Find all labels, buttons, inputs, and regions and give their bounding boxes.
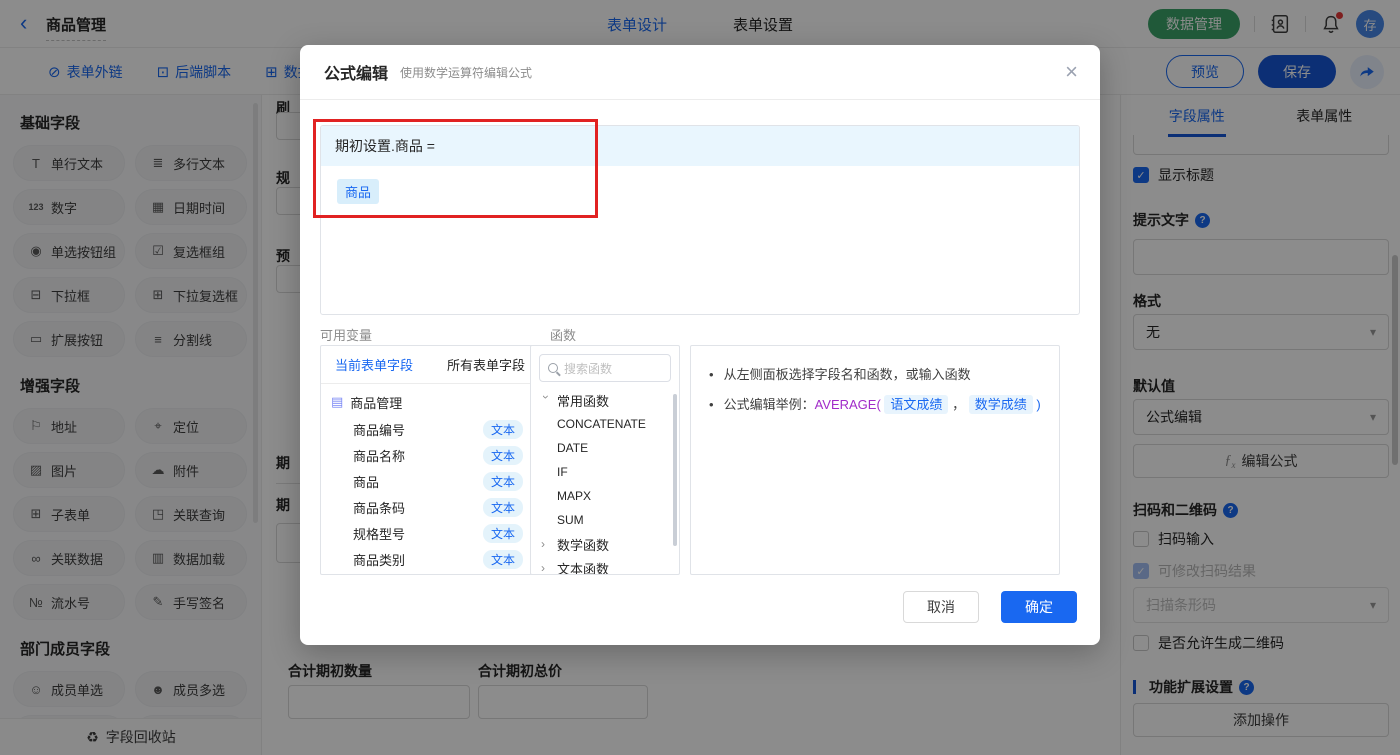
- type-badge: 文本: [482, 549, 523, 569]
- formula-field-tag[interactable]: 商品: [337, 179, 380, 204]
- hint-example-line: • 公式编辑举例：AVERAGE( 语文成绩 ， 数学成绩 ): [709, 390, 1041, 420]
- document-icon: ▤: [331, 394, 344, 409]
- function-search[interactable]: 搜索函数: [539, 354, 671, 382]
- chevron-right-icon: ›: [541, 561, 545, 575]
- function-item[interactable]: MAPX: [531, 484, 679, 508]
- formula-edit-dialog: 公式编辑 使用数学运算符编辑公式 × 期初设置.商品 = 商品 可用变量 函数 …: [300, 45, 1100, 645]
- close-icon[interactable]: ×: [1065, 61, 1078, 83]
- functions-label: 函数: [550, 328, 577, 343]
- example-field-tag: 语文成绩: [884, 395, 949, 414]
- type-badge: 文本: [482, 497, 523, 517]
- type-badge: 文本: [482, 445, 523, 465]
- search-icon: [548, 363, 558, 373]
- type-badge: 文本: [482, 471, 523, 491]
- function-group-common[interactable]: › 常用函数: [531, 388, 679, 412]
- tab-all-form-fields[interactable]: 所有表单字段: [447, 355, 525, 374]
- variable-item[interactable]: 商品类别 文本: [321, 546, 539, 572]
- function-group-math[interactable]: › 数学函数: [531, 532, 679, 556]
- formula-body[interactable]: 商品: [321, 166, 1079, 217]
- variables-tabs: 当前表单字段 所有表单字段: [321, 346, 539, 384]
- functions-scrollbar[interactable]: [673, 394, 677, 546]
- bullet: •: [709, 367, 714, 382]
- example-function-name: AVERAGE(: [814, 397, 881, 412]
- tab-current-form-fields[interactable]: 当前表单字段: [335, 355, 413, 374]
- variables-panel: 当前表单字段 所有表单字段 ▤ 商品管理 商品编号 文本 商品名称 文本 商品 文本 …: [320, 345, 540, 575]
- hints-panel: • 从左侧面板选择字段名和函数，或输入函数 • 公式编辑举例：AVERAGE( …: [690, 345, 1060, 575]
- chevron-right-icon: ›: [541, 537, 545, 551]
- bullet: •: [709, 397, 714, 412]
- hint-line: • 从左侧面板选择字段名和函数，或输入函数: [709, 360, 1041, 390]
- variable-item[interactable]: 商品 文本: [321, 468, 539, 494]
- function-item[interactable]: SUM: [531, 508, 679, 532]
- formula-editor[interactable]: 期初设置.商品 = 商品: [320, 125, 1080, 315]
- function-item[interactable]: IF: [531, 460, 679, 484]
- confirm-button[interactable]: 确定: [1001, 591, 1077, 623]
- example-field-tag: 数学成绩: [968, 395, 1033, 414]
- variable-item[interactable]: 商品名称 文本: [321, 442, 539, 468]
- cancel-button[interactable]: 取消: [903, 591, 979, 623]
- variable-item[interactable]: 规格型号 文本: [321, 520, 539, 546]
- hints-content: • 从左侧面板选择字段名和函数，或输入函数 • 公式编辑举例：AVERAGE( …: [691, 346, 1059, 434]
- function-item[interactable]: CONCATENATE: [531, 412, 679, 436]
- dialog-header: 公式编辑 使用数学运算符编辑公式: [300, 45, 1100, 100]
- variables-tree-root[interactable]: ▤ 商品管理: [321, 388, 539, 416]
- functions-panel: 搜索函数 › 常用函数 CONCATENATE DATE IF MAPX SUM…: [530, 345, 680, 575]
- variables-label: 可用变量: [320, 328, 373, 343]
- type-badge: 文本: [482, 419, 523, 439]
- type-badge: 文本: [482, 523, 523, 543]
- chevron-down-icon: ›: [539, 395, 553, 399]
- function-group-text[interactable]: › 文本函数: [531, 556, 679, 575]
- function-item[interactable]: DATE: [531, 436, 679, 460]
- variable-item[interactable]: 商品编号 文本: [321, 416, 539, 442]
- formula-target: 期初设置.商品 =: [321, 126, 1079, 166]
- dialog-subtitle: 使用数学运算符编辑公式: [400, 65, 533, 80]
- example-close-paren: ): [1036, 397, 1041, 412]
- variable-item[interactable]: 商品条码 文本: [321, 494, 539, 520]
- search-placeholder: 搜索函数: [564, 361, 613, 376]
- dialog-title: 公式编辑: [324, 66, 389, 83]
